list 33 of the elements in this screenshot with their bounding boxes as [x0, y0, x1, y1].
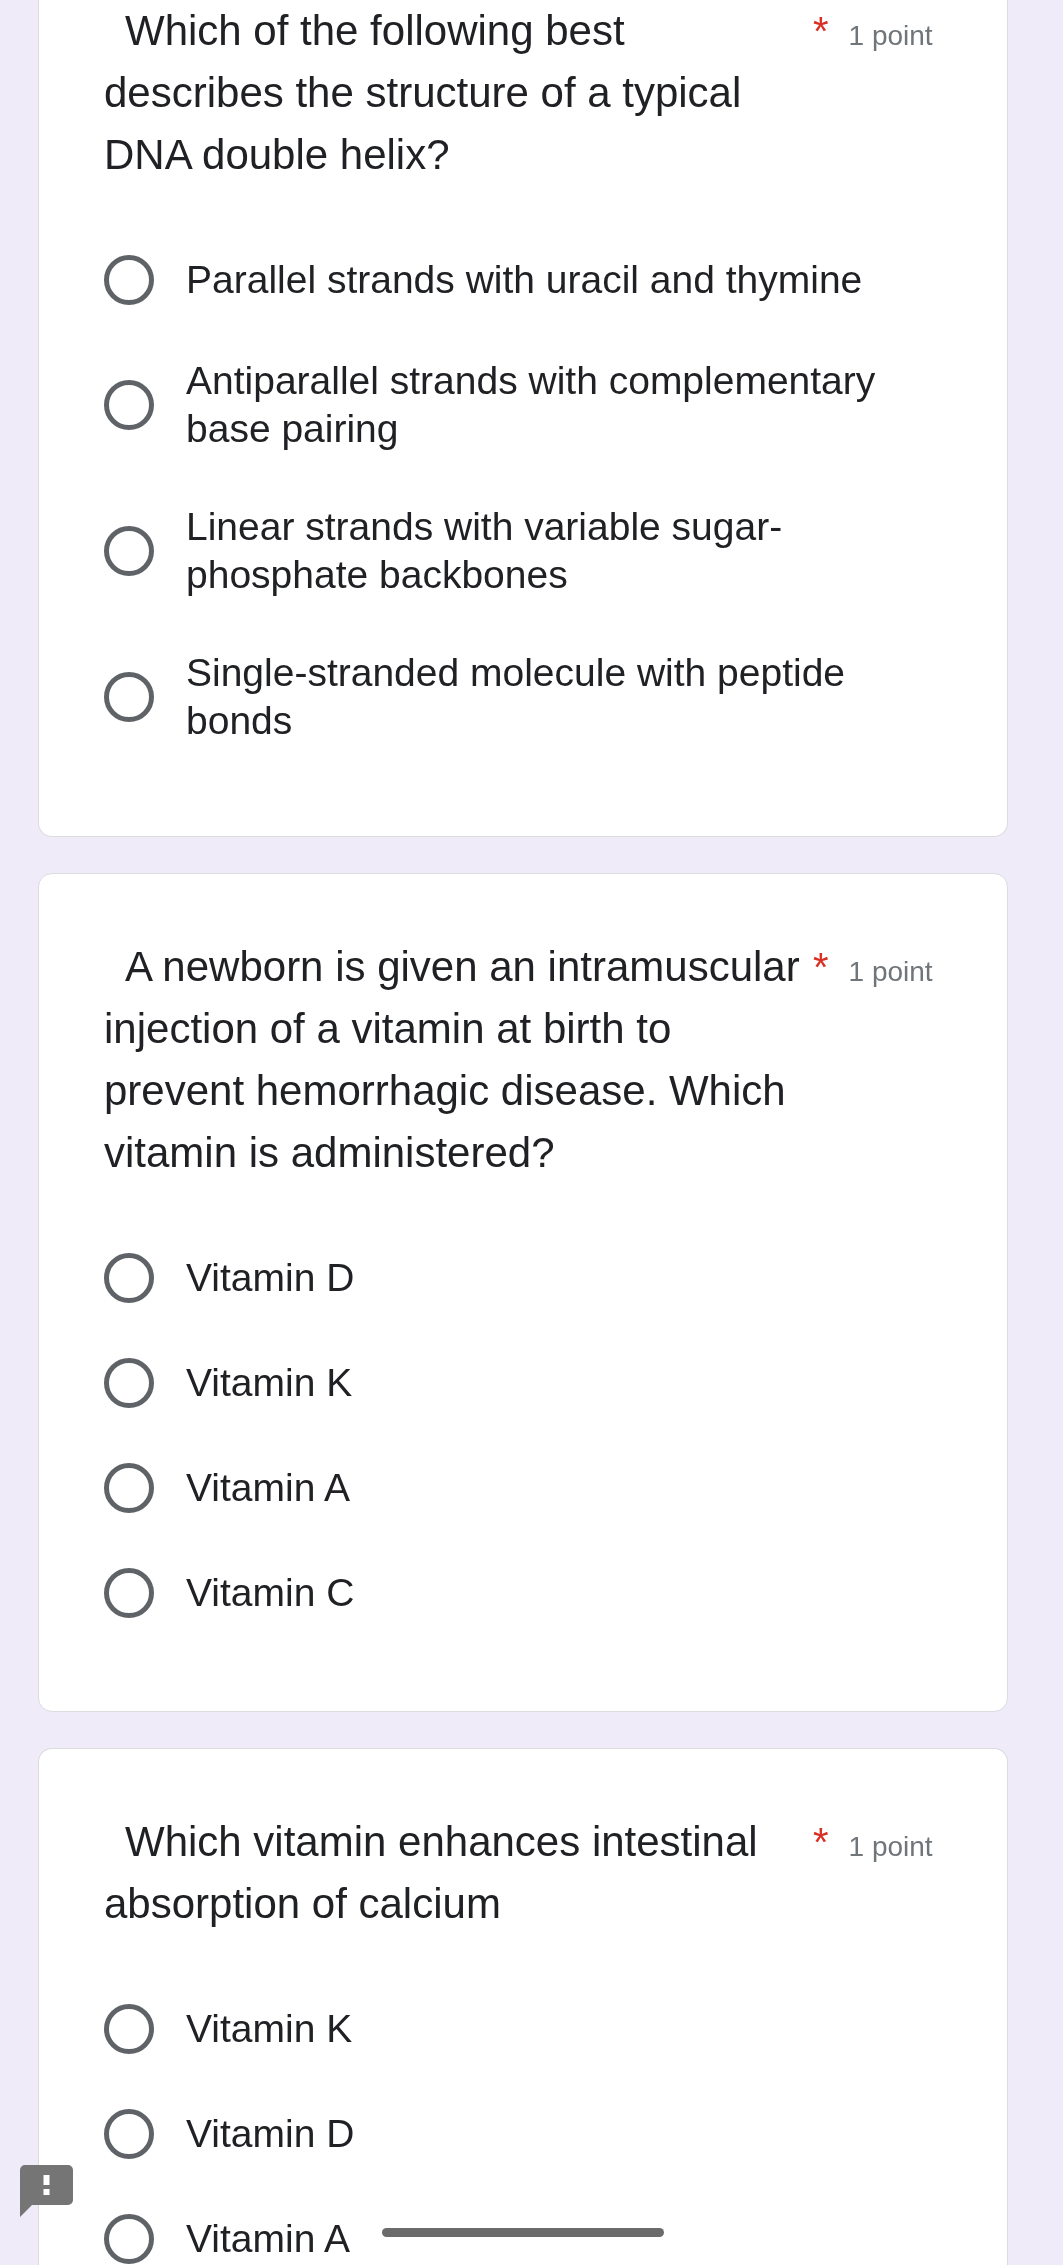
option-label[interactable]: Vitamin C: [186, 1568, 910, 1617]
required-mark: *: [813, 9, 829, 53]
question-text: Which of the following best describes the structure of a typical DNA double helix?: [104, 6, 743, 180]
radio-button[interactable]: [104, 1567, 154, 1618]
option-label[interactable]: Vitamin K: [186, 1358, 910, 1407]
points-label: 1 point: [848, 20, 933, 51]
question-text: Which vitamin enhances intestinal absorption of calcium: [104, 1817, 759, 1929]
option-label[interactable]: Single-stranded molecule with peptide bonds: [186, 649, 910, 745]
option-label[interactable]: Vitamin K: [186, 2004, 910, 2053]
gesture-handle[interactable]: [382, 2228, 664, 2237]
radio-button[interactable]: [104, 1462, 154, 1513]
radio-button[interactable]: [104, 672, 154, 722]
radio-button[interactable]: [104, 2213, 154, 2264]
radio-button[interactable]: [104, 526, 154, 576]
required-mark: *: [813, 1820, 829, 1864]
option-label[interactable]: Vitamin A: [186, 2214, 910, 2263]
points-label: 1 point: [848, 956, 933, 987]
option-label[interactable]: Antiparallel strands with complementary base pairing: [186, 357, 910, 453]
radio-button[interactable]: [104, 1357, 154, 1408]
question-text: A newborn is given an intramuscular injection of a vitamin at birth to prevent hemorrhagic disease. Which vitamin is administered?: [104, 942, 801, 1178]
radio-button[interactable]: [104, 254, 154, 305]
alert-bubble-icon[interactable]: [20, 2165, 73, 2217]
points-label: 1 point: [848, 1831, 933, 1862]
radio-button[interactable]: [104, 1252, 154, 1303]
required-mark: *: [813, 945, 829, 989]
option-label[interactable]: Vitamin D: [186, 2109, 910, 2158]
option-label[interactable]: Vitamin D: [186, 1253, 910, 1302]
radio-button[interactable]: [104, 2003, 154, 2054]
radio-button[interactable]: [104, 2108, 154, 2159]
option-label[interactable]: Parallel strands with uracil and thymine: [186, 255, 910, 304]
option-label[interactable]: Vitamin A: [186, 1463, 910, 1512]
option-label[interactable]: Linear strands with variable sugar-phosphate backbones: [186, 503, 910, 599]
radio-button[interactable]: [104, 380, 154, 430]
